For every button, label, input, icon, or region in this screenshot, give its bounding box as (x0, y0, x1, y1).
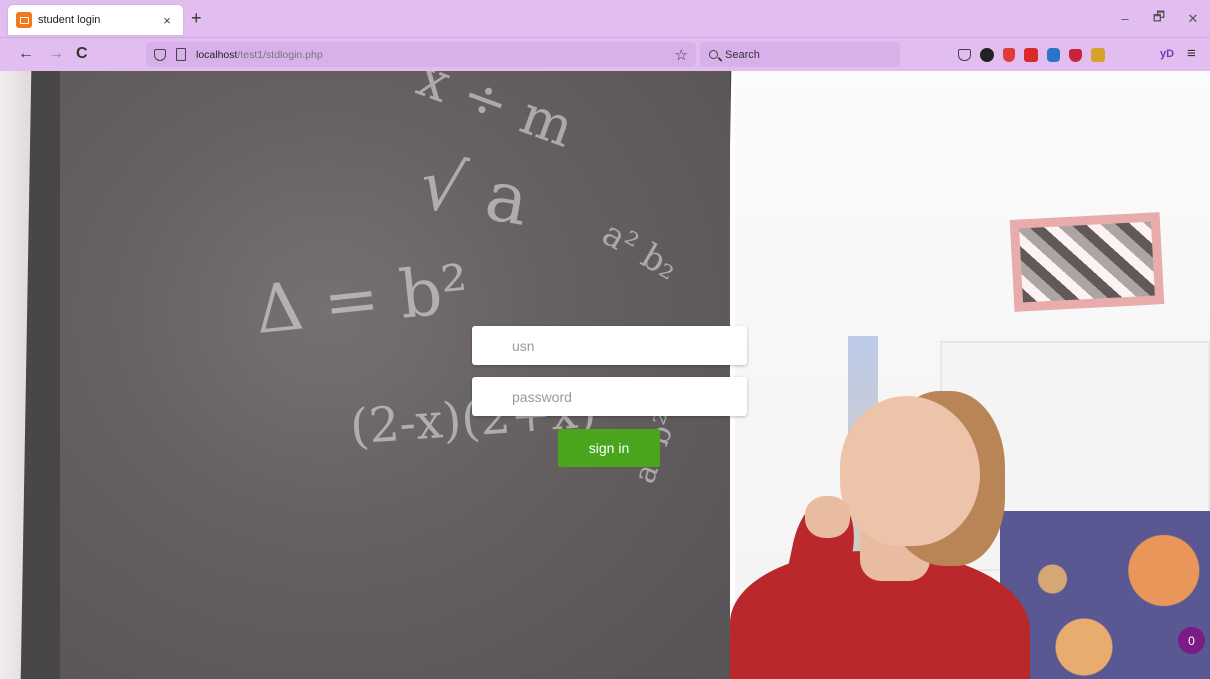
password-input[interactable] (472, 377, 747, 416)
tab-title: student login (38, 14, 101, 26)
back-button[interactable]: ← (18, 44, 34, 64)
address-bar[interactable]: localhost/test1/stdlogin.php ☆ (146, 42, 696, 67)
tab-close-icon[interactable]: × (159, 13, 175, 28)
usn-input[interactable] (472, 326, 747, 365)
site-favicon-icon (16, 12, 32, 28)
menu-button[interactable]: ≡ (1187, 45, 1196, 62)
restore-button[interactable]: 🗗 (1142, 8, 1176, 30)
tab-bar: student login × + – 🗗 ✕ (0, 0, 1210, 37)
sign-in-button[interactable]: sign in (558, 429, 660, 467)
minimize-button[interactable]: – (1108, 11, 1142, 26)
page-info-icon[interactable] (176, 48, 186, 61)
nav-toolbar: ← → C localhost/test1/stdlogin.php ☆ Sea… (0, 37, 1210, 71)
url-path: /test1/stdlogin.php (237, 48, 323, 61)
window-controls: – 🗗 ✕ (1108, 0, 1210, 37)
profile-button[interactable]: yD (1160, 48, 1174, 60)
shield-red-icon[interactable] (1003, 48, 1015, 62)
notification-badge[interactable]: 0 (1178, 627, 1205, 654)
search-bar[interactable]: Search (700, 42, 900, 67)
ublock-icon[interactable] (1069, 48, 1082, 62)
pocket-icon[interactable] (958, 49, 971, 61)
key-icon[interactable] (1091, 48, 1105, 62)
extension-icon[interactable] (980, 48, 994, 62)
tracking-shield-icon[interactable] (154, 48, 166, 61)
extension-toolbar (958, 47, 1105, 63)
bookmark-star-icon[interactable]: ☆ (675, 46, 688, 64)
reload-button[interactable]: C (76, 44, 88, 64)
pdf-icon[interactable] (1024, 48, 1038, 62)
login-form: sign in (472, 326, 747, 467)
close-window-button[interactable]: ✕ (1176, 11, 1210, 27)
new-tab-button[interactable]: + (191, 8, 202, 28)
page-viewport: x ÷ m √ a Δ = b² (2-x)(2+x) a² b₂ a²-b² … (0, 71, 1210, 679)
search-placeholder: Search (725, 48, 760, 61)
browser-tab[interactable]: student login × (8, 5, 183, 35)
url-text[interactable]: localhost/test1/stdlogin.php (196, 49, 323, 61)
notify-icon[interactable] (1047, 48, 1060, 62)
forward-button[interactable]: → (48, 44, 64, 64)
url-host: localhost (196, 48, 238, 61)
search-icon (709, 50, 718, 59)
